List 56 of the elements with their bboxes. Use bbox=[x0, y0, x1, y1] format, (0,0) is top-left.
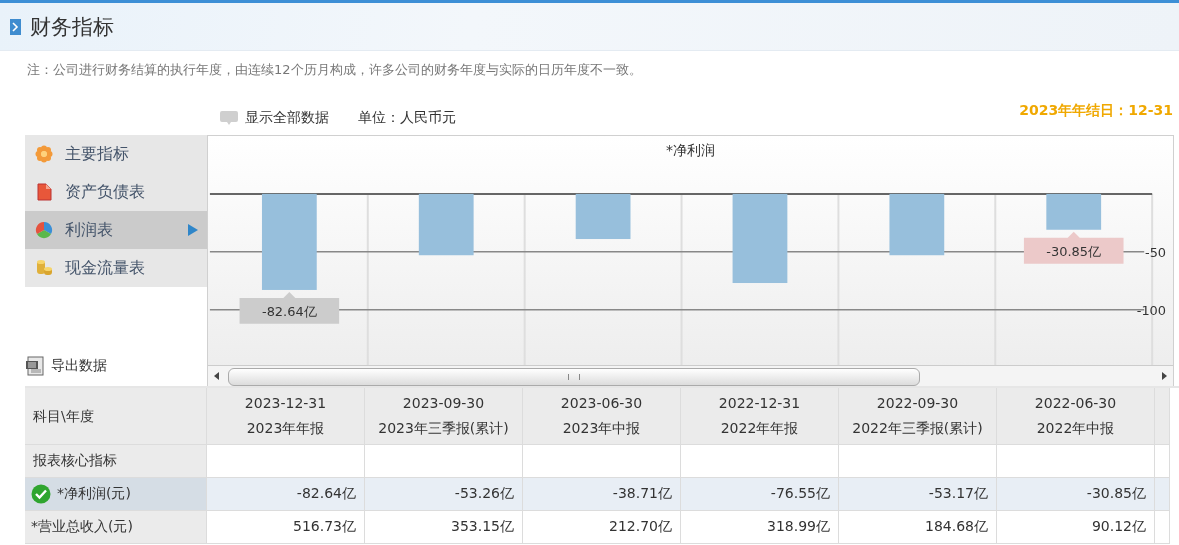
speech-bubble-icon[interactable] bbox=[220, 110, 238, 126]
show-all-link[interactable]: 显示全部数据 bbox=[245, 109, 329, 127]
table-cell: -53.17亿 bbox=[839, 478, 997, 511]
export-icon[interactable] bbox=[25, 356, 45, 376]
column-header[interactable]: 2022-06-30 2022年中报 bbox=[997, 388, 1155, 445]
bar[interactable] bbox=[889, 193, 945, 256]
document-icon bbox=[35, 183, 53, 201]
bar[interactable] bbox=[575, 193, 631, 239]
export-link[interactable]: 导出数据 bbox=[51, 357, 107, 375]
y-tick-label: -50 bbox=[1144, 244, 1167, 260]
table-cell: 90.12亿 bbox=[997, 511, 1155, 544]
bar[interactable] bbox=[1046, 193, 1102, 230]
arrow-icon bbox=[188, 224, 198, 236]
scroll-left-icon[interactable] bbox=[214, 372, 220, 381]
table-cell: -82.64亿 bbox=[207, 478, 365, 511]
pie-chart-icon bbox=[35, 221, 53, 239]
column-header[interactable]: 2022-09-30 2022年三季报(累计) bbox=[839, 388, 997, 445]
column-header[interactable]: 2022-12-31 2022年年报 bbox=[681, 388, 839, 445]
fiscal-year-end: 2023年年结日：12-31 bbox=[1019, 101, 1173, 120]
note-text: 注：公司进行财务结算的执行年度，由连续12个历月构成，许多公司的财务年度与实际的日历年度不一致。 bbox=[26, 61, 643, 79]
sidebar-item[interactable]: 利润表 bbox=[25, 211, 207, 249]
check-icon[interactable] bbox=[31, 484, 51, 504]
row-label: 报表核心指标 bbox=[25, 445, 207, 478]
value-tooltip: -82.64亿 bbox=[239, 291, 340, 324]
table-cell: -30.85亿 bbox=[997, 478, 1155, 511]
sidebar-item[interactable]: 主要指标 bbox=[25, 135, 207, 173]
table-cell: 184.68亿 bbox=[839, 511, 997, 544]
y-tick-label: -100 bbox=[1136, 302, 1167, 318]
table-cell: 318.99亿 bbox=[681, 511, 839, 544]
column-header[interactable]: 2023-06-30 2023年中报 bbox=[523, 388, 681, 445]
scroll-right-icon[interactable] bbox=[1161, 372, 1167, 381]
table-cell: 516.73亿 bbox=[207, 511, 365, 544]
scroll-thumb[interactable] bbox=[228, 368, 920, 387]
unit-label: 单位：人民币元 bbox=[358, 109, 456, 127]
table-cell bbox=[1155, 478, 1170, 511]
table-cell bbox=[1155, 511, 1170, 544]
coins-icon bbox=[35, 259, 53, 277]
row-label[interactable]: *净利润(元) bbox=[57, 485, 131, 503]
bar[interactable] bbox=[418, 193, 474, 256]
column-header[interactable]: 2023-09-30 2023年三季报(累计) bbox=[365, 388, 523, 445]
page-title: 财务指标 bbox=[30, 13, 114, 41]
value-tooltip: -30.85亿 bbox=[1023, 231, 1124, 264]
table-cell: 212.70亿 bbox=[523, 511, 681, 544]
table-cell: -38.71亿 bbox=[523, 478, 681, 511]
table-cell: -53.26亿 bbox=[365, 478, 523, 511]
table-cell: -76.55亿 bbox=[681, 478, 839, 511]
scrollbar[interactable] bbox=[208, 365, 1173, 386]
chevron-icon bbox=[10, 18, 21, 35]
column-header[interactable]: 2023-12-31 2023年年报 bbox=[207, 388, 365, 445]
table-cell: 353.15亿 bbox=[365, 511, 523, 544]
sidebar-item[interactable]: 资产负债表 bbox=[25, 173, 207, 211]
row-label[interactable]: *营业总收入(元) bbox=[31, 518, 133, 536]
flower-icon bbox=[35, 145, 53, 163]
chart-title: *净利润 bbox=[665, 141, 716, 160]
sidebar-item[interactable]: 现金流量表 bbox=[25, 249, 207, 287]
column-header: 科目\年度 bbox=[25, 388, 207, 445]
